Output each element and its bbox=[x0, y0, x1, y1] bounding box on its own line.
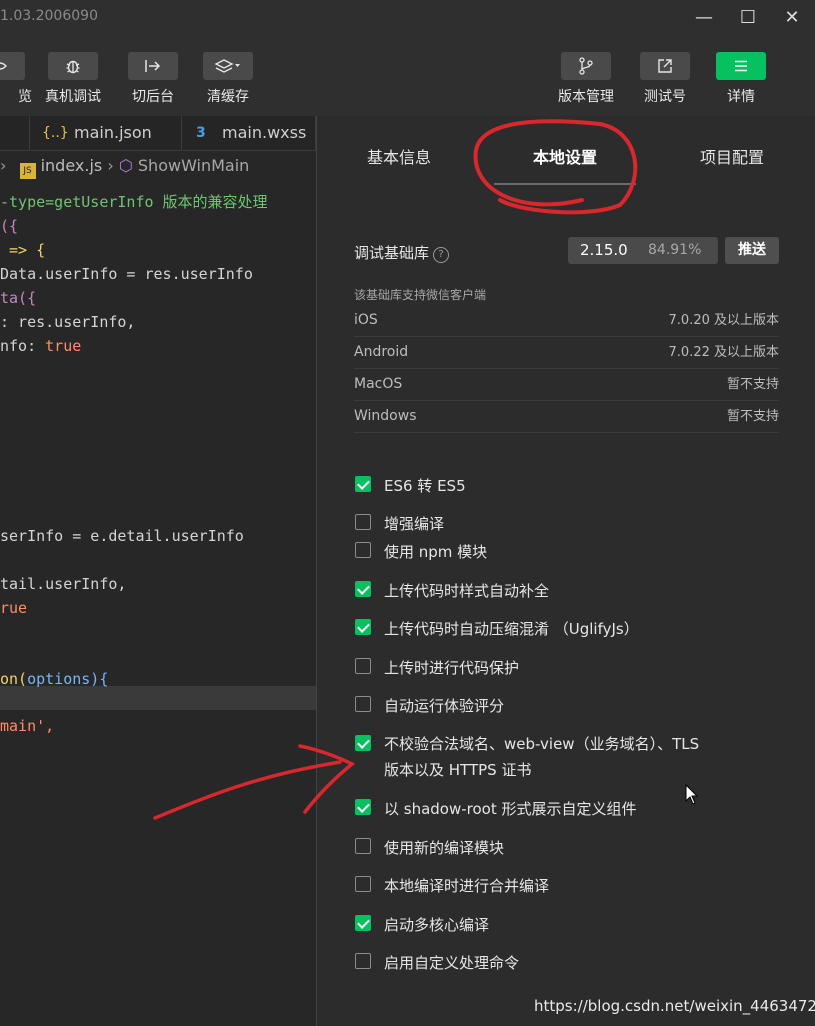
setting-option-label: 本地编译时进行合并编译 bbox=[384, 877, 550, 895]
code-line[interactable]: rue bbox=[0, 596, 27, 620]
checkbox-unchecked[interactable] bbox=[355, 838, 371, 854]
window-title: 1.03.2006090 bbox=[0, 8, 98, 24]
real-device-debug-label: 真机调试 bbox=[45, 89, 101, 105]
checkbox-unchecked[interactable] bbox=[355, 953, 371, 969]
version-manage-button[interactable]: 版本管理 bbox=[546, 52, 626, 106]
setting-option-label: 不校验合法域名、web-view（业务域名）、TLS 版本以及 HTTPS 证书 bbox=[384, 735, 700, 779]
breadcrumb-symbol[interactable]: ShowWinMain bbox=[138, 156, 249, 175]
menu-icon bbox=[716, 52, 766, 80]
setting-option-label: 使用新的编译模块 bbox=[384, 839, 505, 857]
watermark: https://blog.csdn.net/weixin_44634727 bbox=[534, 997, 815, 1015]
checkbox-unchecked[interactable] bbox=[355, 876, 371, 892]
json-file-icon: {..} bbox=[42, 125, 69, 141]
code-line[interactable]: on(options){ bbox=[0, 667, 108, 691]
setting-option-label: 启动多核心编译 bbox=[384, 916, 490, 934]
maximize-icon[interactable]: ☐ bbox=[734, 5, 762, 31]
test-account-button[interactable]: 测试号 bbox=[625, 52, 705, 106]
checkbox-checked[interactable] bbox=[355, 581, 371, 597]
code-line[interactable]: serInfo = e.detail.userInfo bbox=[0, 524, 244, 548]
tab-local-settings[interactable]: 本地设置 bbox=[533, 144, 597, 168]
checkbox-unchecked[interactable] bbox=[355, 514, 371, 530]
code-line[interactable]: nfo: true bbox=[0, 334, 81, 358]
help-icon[interactable]: ? bbox=[433, 247, 450, 263]
library-version-select[interactable]: 2.15.0 84.91% bbox=[568, 237, 718, 264]
platform-row-ios: iOS 7.0.20 及以上版本 bbox=[354, 305, 779, 337]
tab-basic-info[interactable]: 基本信息 bbox=[367, 144, 431, 168]
checkbox-checked[interactable] bbox=[355, 619, 371, 635]
setting-option-label: ES6 转 ES5 bbox=[384, 477, 466, 495]
code-line[interactable]: -type=getUserInfo 版本的兼容处理 bbox=[0, 190, 268, 214]
setting-option-label: 以 shadow-root 形式展示自定义组件 bbox=[384, 800, 637, 818]
minimize-icon[interactable]: — bbox=[690, 5, 718, 31]
file-tab-bar: {..} main.json 3 main.wxss bbox=[0, 116, 316, 151]
file-tab-main-wxss[interactable]: 3 main.wxss bbox=[182, 116, 316, 150]
details-panel: 基本信息 本地设置 项目配置 调试基础库? 2.15.0 84.91% 推送 该… bbox=[316, 116, 815, 1026]
toolbar: 览 真机调试 切后台 清缓存 版本管理 测试号 详情 bbox=[0, 38, 815, 116]
checkbox-checked[interactable] bbox=[355, 476, 371, 492]
switch-background-label: 切后台 bbox=[132, 89, 174, 105]
setting-option-label: 启用自定义处理命令 bbox=[384, 954, 520, 972]
setting-option-label: 使用 npm 模块 bbox=[384, 543, 488, 561]
code-line[interactable]: Data.userInfo = res.userInfo bbox=[0, 262, 253, 286]
js-file-icon: JS bbox=[19, 163, 36, 179]
setting-option-label: 增强编译 bbox=[384, 515, 445, 533]
breadcrumb-file[interactable]: index.js bbox=[41, 156, 103, 175]
code-line[interactable]: ta({ bbox=[0, 286, 36, 310]
code-line[interactable]: => { bbox=[0, 238, 45, 262]
setting-option-label: 上传代码时样式自动补全 bbox=[384, 582, 550, 600]
checkbox-unchecked[interactable] bbox=[355, 542, 371, 558]
file-tab-main-json[interactable]: {..} main.json bbox=[30, 116, 182, 150]
chevron-right-icon: › bbox=[107, 156, 114, 175]
version-manage-label: 版本管理 bbox=[558, 89, 614, 105]
file-tab-label: main.json bbox=[74, 123, 152, 142]
chevron-right-icon: › bbox=[0, 156, 7, 175]
platform-row-android: Android 7.0.22 及以上版本 bbox=[354, 337, 779, 369]
clear-cache-label: 清缓存 bbox=[207, 89, 249, 105]
setting-option-label: 上传代码时自动压缩混淆 （UglifyJs） bbox=[384, 620, 639, 638]
code-editor[interactable]: {..} main.json 3 main.wxss › JS index.js… bbox=[0, 116, 316, 1026]
close-icon[interactable]: ✕ bbox=[778, 5, 806, 31]
clear-cache-button[interactable]: 清缓存 bbox=[188, 52, 268, 106]
checkbox-checked[interactable] bbox=[355, 799, 371, 815]
details-button[interactable]: 详情 bbox=[701, 52, 781, 106]
external-link-icon bbox=[640, 52, 690, 80]
active-tab-indicator bbox=[494, 183, 636, 185]
code-line[interactable]: : res.userInfo, bbox=[0, 310, 135, 334]
title-bar: 1.03.2006090 — ☐ ✕ bbox=[0, 0, 815, 38]
file-tab-label: main.wxss bbox=[222, 123, 307, 142]
debug-library-label: 调试基础库? bbox=[354, 242, 450, 263]
switch-background-button[interactable]: 切后台 bbox=[113, 52, 193, 106]
branch-icon bbox=[561, 52, 611, 80]
library-coverage: 84.91% bbox=[648, 242, 702, 258]
checkbox-unchecked[interactable] bbox=[355, 696, 371, 712]
bug-icon bbox=[48, 52, 98, 80]
preview-icon bbox=[0, 52, 25, 80]
setting-option-label: 自动运行体验评分 bbox=[384, 697, 505, 715]
platform-row-macos: MacOS 暂不支持 bbox=[354, 369, 779, 401]
code-line[interactable]: main', bbox=[0, 714, 54, 738]
code-line[interactable]: tail.userInfo, bbox=[0, 572, 126, 596]
checkbox-checked[interactable] bbox=[355, 915, 371, 931]
mouse-cursor-icon bbox=[685, 784, 699, 805]
library-note: 该基础库支持微信客户端 bbox=[354, 288, 487, 302]
real-device-debug-button[interactable]: 真机调试 bbox=[33, 52, 113, 106]
css-file-icon: 3 bbox=[196, 125, 206, 141]
code-line[interactable]: ({ bbox=[0, 214, 18, 238]
setting-option-label: 上传时进行代码保护 bbox=[384, 659, 520, 677]
platform-row-windows: Windows 暂不支持 bbox=[354, 401, 779, 433]
file-tab-hidden[interactable] bbox=[0, 116, 30, 150]
layers-icon bbox=[203, 52, 253, 80]
push-button[interactable]: 推送 bbox=[725, 237, 779, 264]
switch-background-icon bbox=[128, 52, 178, 80]
breadcrumb: › JS index.js › ⬡ ShowWinMain bbox=[0, 152, 316, 180]
details-label: 详情 bbox=[727, 89, 755, 105]
checkbox-checked[interactable] bbox=[355, 735, 371, 751]
checkbox-unchecked[interactable] bbox=[355, 658, 371, 674]
cube-icon: ⬡ bbox=[118, 156, 133, 175]
library-version: 2.15.0 bbox=[580, 241, 628, 259]
tab-project-config[interactable]: 项目配置 bbox=[700, 144, 764, 168]
test-account-label: 测试号 bbox=[644, 89, 686, 105]
